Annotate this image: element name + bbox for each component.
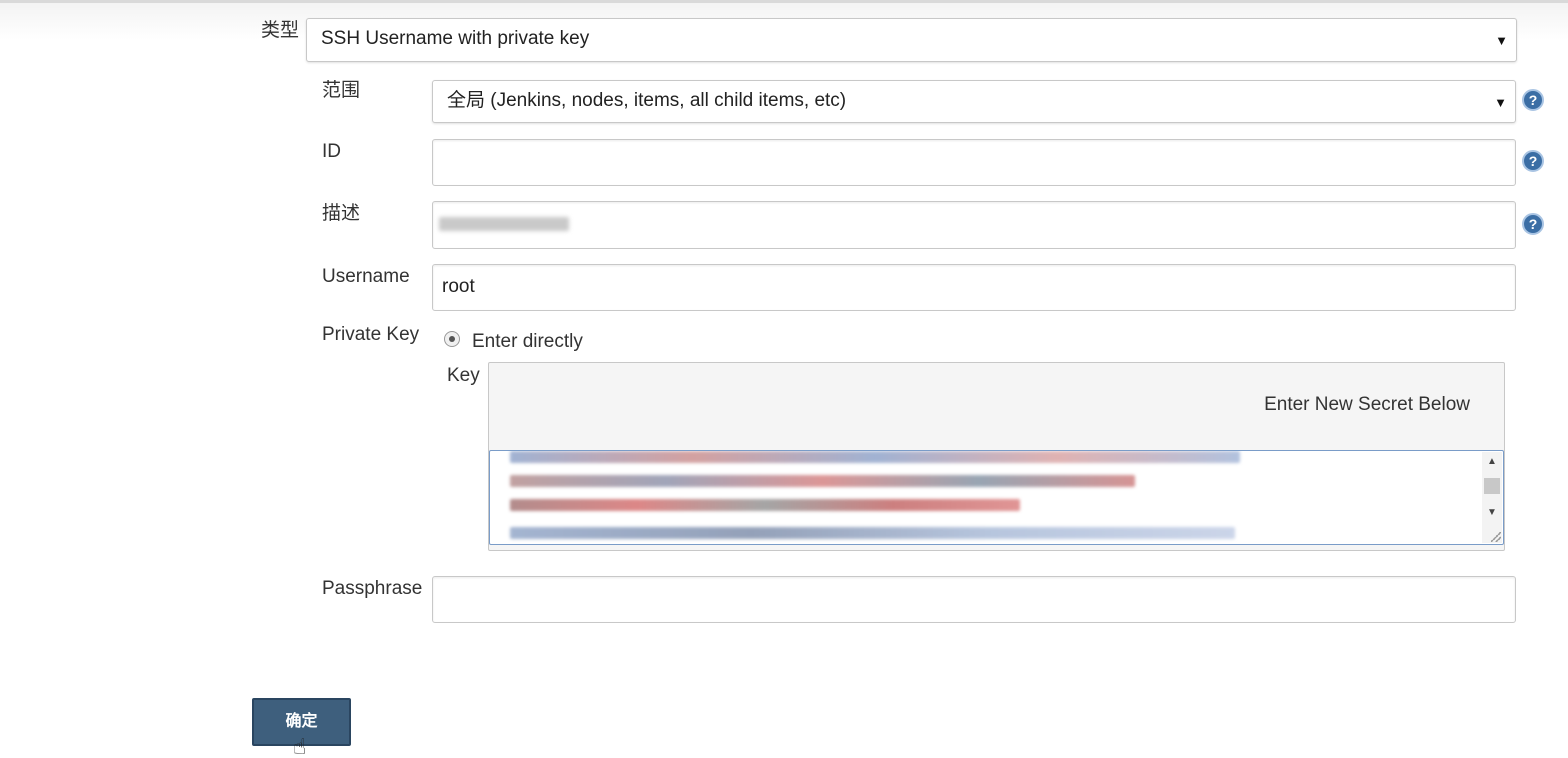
textarea-scrollbar[interactable]: ▲ ▼ [1482, 452, 1502, 543]
scope-label: 范围 [322, 80, 361, 101]
enter-directly-label[interactable]: Enter directly [472, 330, 583, 354]
key-textarea[interactable]: ▲ ▼ [489, 450, 1504, 545]
redacted-description [439, 217, 569, 231]
scope-select[interactable]: 全局 (Jenkins, nodes, items, all child ite… [432, 80, 1516, 123]
caret-down-icon: ▼ [1494, 95, 1507, 110]
redacted-key-line [510, 451, 1240, 463]
private-key-label: Private Key [322, 324, 420, 345]
scroll-up-icon[interactable]: ▲ [1482, 454, 1502, 470]
redacted-key-line [510, 475, 1135, 487]
scope-select-value: 全局 (Jenkins, nodes, items, all child ite… [447, 90, 847, 111]
kind-select[interactable]: SSH Username with private key ▼ [306, 18, 1517, 62]
passphrase-label: Passphrase [322, 578, 423, 599]
kind-select-value: SSH Username with private key [321, 28, 590, 49]
key-label: Key [447, 365, 480, 386]
scroll-thumb[interactable] [1484, 478, 1500, 494]
scroll-down-icon[interactable]: ▼ [1482, 505, 1502, 521]
passphrase-input[interactable] [432, 576, 1516, 623]
resize-grip-icon[interactable] [1491, 532, 1501, 542]
redacted-key-line [510, 499, 1020, 511]
description-help-icon[interactable]: ? [1522, 213, 1544, 235]
id-label: ID [322, 141, 341, 162]
redacted-key-line [510, 527, 1235, 539]
description-label: 描述 [322, 203, 361, 224]
username-input[interactable]: root [432, 264, 1516, 311]
scope-help-icon[interactable]: ? [1522, 89, 1544, 111]
credentials-form-page: 类型 SSH Username with private key ▼ 范围 全局… [0, 0, 1568, 758]
secret-hint: Enter New Secret Below [1264, 394, 1470, 415]
key-container: Enter New Secret Below ▲ ▼ [488, 362, 1505, 551]
kind-label: 类型 [261, 20, 300, 41]
id-help-icon[interactable]: ? [1522, 150, 1544, 172]
description-input[interactable] [432, 201, 1516, 249]
enter-directly-radio[interactable] [444, 331, 460, 347]
top-divider [0, 0, 1568, 3]
username-label: Username [322, 266, 410, 287]
id-input[interactable] [432, 139, 1516, 186]
hand-pointer-icon: ☝ [293, 734, 307, 758]
caret-down-icon: ▼ [1495, 33, 1508, 48]
